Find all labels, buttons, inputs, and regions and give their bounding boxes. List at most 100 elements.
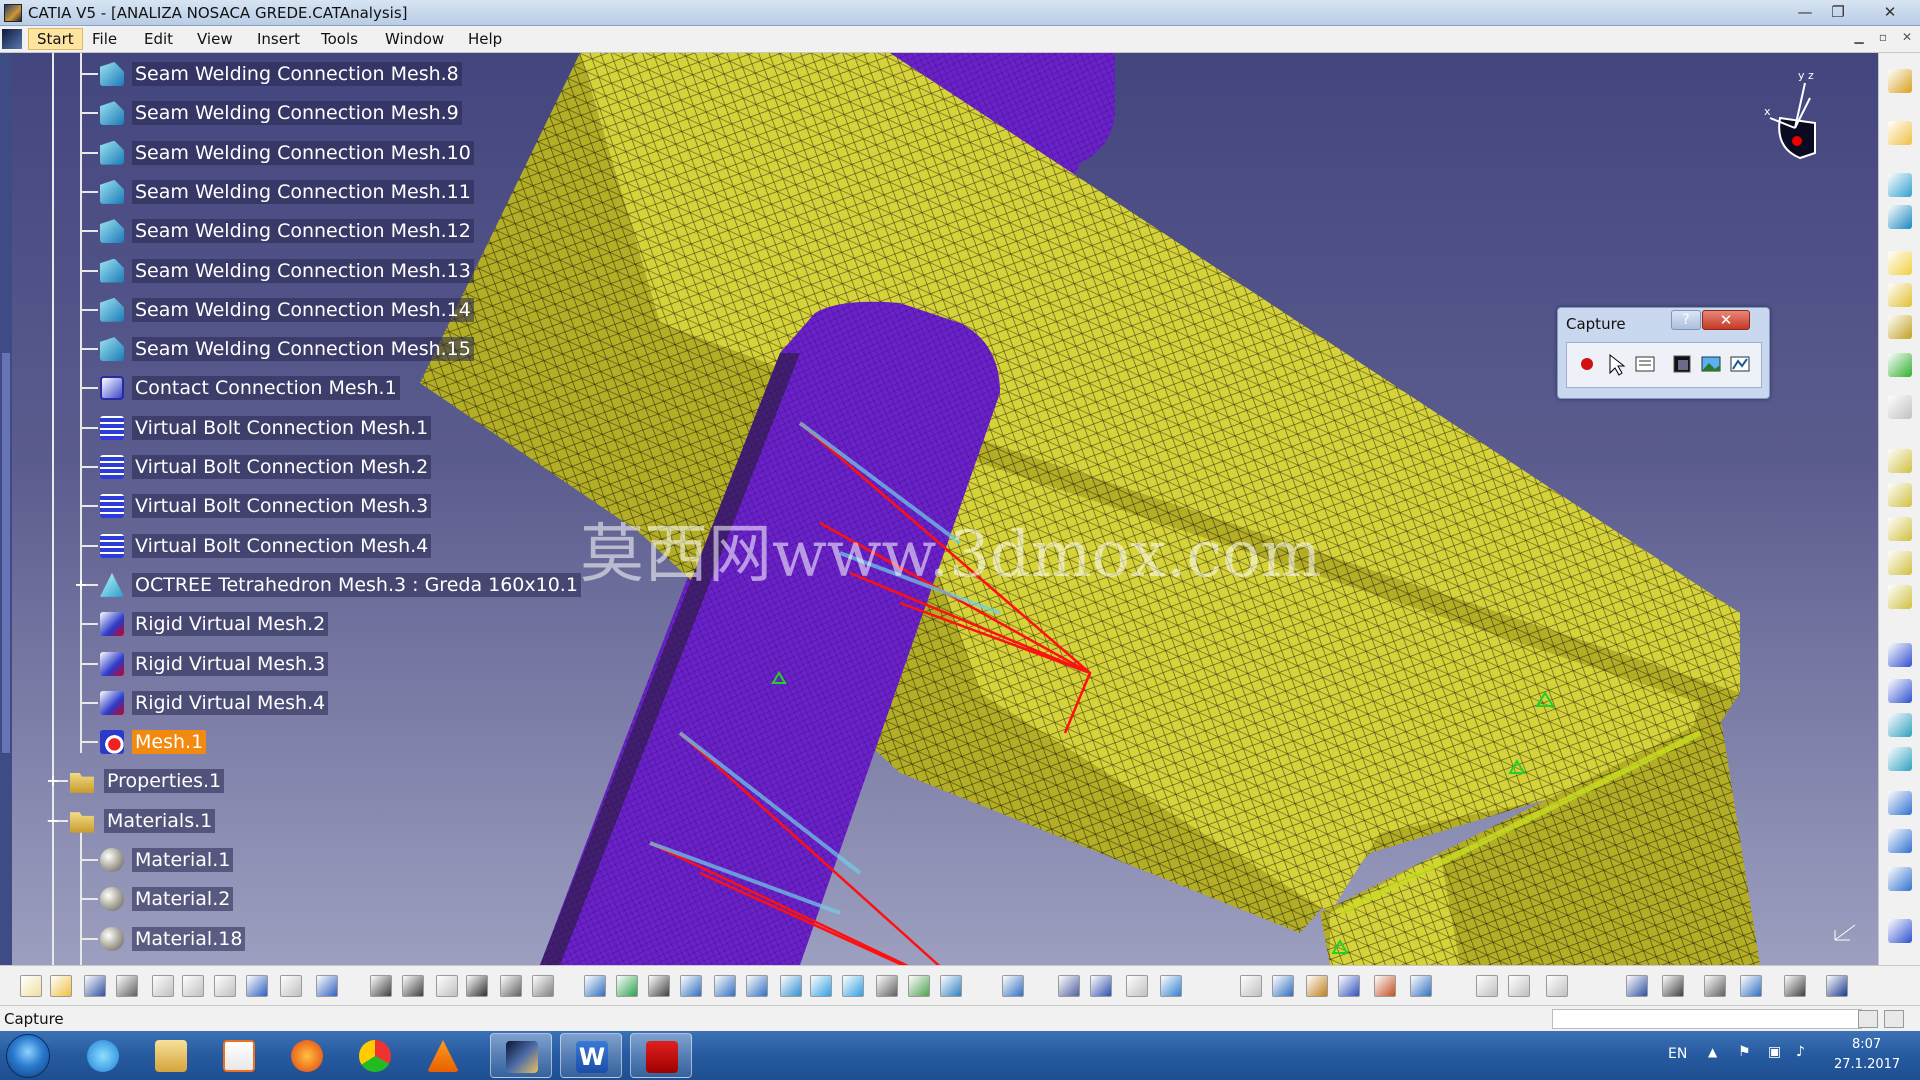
minimize-button[interactable]: — (1790, 2, 1820, 22)
image-icon[interactable] (1126, 975, 1148, 997)
select-icon[interactable] (1604, 351, 1628, 377)
check-icon[interactable] (1338, 975, 1360, 997)
mesh-part-icon[interactable] (1888, 173, 1912, 197)
select-arrow-icon[interactable] (1888, 121, 1912, 145)
tree-item[interactable]: Material.1 (0, 845, 560, 875)
tree-item[interactable]: Seam Welding Connection Mesh.8 (0, 59, 560, 89)
catia-logo-icon[interactable] (1826, 975, 1848, 997)
redo-icon[interactable] (280, 975, 302, 997)
word-icon[interactable]: W (560, 1033, 622, 1078)
zoom-out-icon[interactable] (746, 975, 768, 997)
iso-view-icon[interactable] (842, 975, 864, 997)
tree-item[interactable]: Seam Welding Connection Mesh.14 (0, 295, 560, 325)
capture-close-button[interactable]: ✕ (1702, 310, 1750, 330)
knowledge-icon[interactable] (436, 975, 458, 997)
render-icon[interactable] (940, 975, 962, 997)
mesh-visu-icon[interactable] (1058, 975, 1080, 997)
fly-icon[interactable] (584, 975, 606, 997)
windows-start-button[interactable] (6, 1034, 50, 1078)
tree-item[interactable]: Seam Welding Connection Mesh.13 (0, 256, 560, 286)
plate-icon[interactable] (1888, 449, 1912, 473)
hide-show-icon[interactable] (876, 975, 898, 997)
sensor-icon[interactable] (1306, 975, 1328, 997)
group-icon[interactable] (1476, 975, 1498, 997)
specification-tree[interactable]: Seam Welding Connection Mesh.8 Seam Weldi… (0, 53, 581, 965)
doc-restore-icon[interactable]: ▫ (1874, 30, 1892, 46)
axis-icon[interactable] (1888, 867, 1912, 891)
menu-start[interactable]: Start (28, 28, 83, 50)
plate-icon[interactable] (1888, 585, 1912, 609)
compass-icon[interactable]: x y z (1750, 63, 1830, 163)
restraint-icon[interactable] (1888, 791, 1912, 815)
clock-time[interactable]: 8:07 (1852, 1037, 1881, 1052)
workbench-icon[interactable] (1784, 975, 1806, 997)
tree-item[interactable]: Virtual Bolt Connection Mesh.3 (0, 491, 560, 521)
print-icon[interactable] (116, 975, 138, 997)
menu-file[interactable]: File (92, 30, 117, 48)
property-icon[interactable] (1888, 713, 1912, 737)
tree-item[interactable]: Material.18 (0, 924, 560, 954)
media-player-icon[interactable] (208, 1033, 270, 1078)
capture-mode-icon[interactable] (1670, 351, 1694, 377)
catia-app-icon[interactable] (4, 4, 22, 22)
rotate-icon[interactable] (680, 975, 702, 997)
zoom-in-icon[interactable] (714, 975, 736, 997)
vlc-icon[interactable] (412, 1033, 474, 1078)
tree-item[interactable]: Seam Welding Connection Mesh.10 (0, 138, 560, 168)
split-icon[interactable] (532, 975, 554, 997)
connection-icon[interactable] (1888, 643, 1912, 667)
plate-icon[interactable] (1888, 483, 1912, 507)
spreadsheet-icon[interactable] (1662, 975, 1684, 997)
network-icon[interactable]: ▣ (1768, 1044, 1781, 1060)
swap-icon[interactable] (908, 975, 930, 997)
tree-item[interactable]: Mesh.1 (0, 727, 560, 757)
clock-date[interactable]: 27.1.2017 (1834, 1057, 1900, 1072)
tree-item[interactable]: Seam Welding Connection Mesh.15 (0, 334, 560, 364)
menu-tools[interactable]: Tools (321, 30, 358, 48)
connection-icon[interactable] (1888, 679, 1912, 703)
export-icon[interactable] (1704, 975, 1726, 997)
file-explorer-icon[interactable] (140, 1033, 202, 1078)
cut-plane-icon[interactable] (1240, 975, 1262, 997)
image-icon[interactable] (1699, 351, 1723, 377)
new-icon[interactable] (20, 975, 42, 997)
flag-icon[interactable]: ⚑ (1738, 1044, 1751, 1060)
plane-icon[interactable] (1888, 283, 1912, 307)
tree-item[interactable]: Rigid Virtual Mesh.3 (0, 649, 560, 679)
whats-this-icon[interactable] (316, 975, 338, 997)
menu-edit[interactable]: Edit (144, 30, 173, 48)
tree-item[interactable]: Contact Connection Mesh.1 (0, 373, 560, 403)
language-indicator[interactable]: EN (1668, 1046, 1687, 1062)
tree-item[interactable]: Virtual Bolt Connection Mesh.4 (0, 531, 560, 561)
tree-item[interactable]: Seam Welding Connection Mesh.12 (0, 216, 560, 246)
property-icon[interactable] (1888, 747, 1912, 771)
fit-all-icon[interactable] (616, 975, 638, 997)
deformation-icon[interactable] (1090, 975, 1112, 997)
copy-icon[interactable] (182, 975, 204, 997)
chrome-icon[interactable] (344, 1033, 406, 1078)
cut-icon[interactable] (152, 975, 174, 997)
tree-item[interactable]: Virtual Bolt Connection Mesh.2 (0, 452, 560, 482)
doc-minimize-icon[interactable]: ▁ (1850, 30, 1868, 46)
record-icon[interactable] (1575, 351, 1599, 377)
close-button[interactable]: ✕ (1870, 2, 1910, 22)
save-icon[interactable] (84, 975, 106, 997)
surface-mesh-icon[interactable] (1888, 205, 1912, 229)
ruler-icon[interactable] (1508, 975, 1530, 997)
plate-icon[interactable] (1888, 517, 1912, 541)
tree-icon[interactable] (1002, 975, 1024, 997)
collapse-icon[interactable]: − (46, 812, 60, 828)
tree-item[interactable]: Seam Welding Connection Mesh.9 (0, 98, 560, 128)
options-icon[interactable] (1633, 351, 1657, 377)
cube-icon[interactable] (1888, 251, 1912, 275)
tree-item[interactable]: OCTREE Tetrahedron Mesh.3 : Greda 160x10… (0, 570, 581, 600)
compass-icon[interactable] (1740, 975, 1762, 997)
formula-icon[interactable] (370, 975, 392, 997)
album-icon[interactable] (1728, 351, 1752, 377)
tree-item[interactable]: Rigid Virtual Mesh.4 (0, 688, 560, 718)
volume-icon[interactable]: ♪ (1796, 1044, 1805, 1060)
paste-icon[interactable] (214, 975, 236, 997)
help-button[interactable]: ? (1671, 310, 1701, 330)
catalog-icon[interactable] (1626, 975, 1648, 997)
tree-item[interactable]: Virtual Bolt Connection Mesh.1 (0, 413, 560, 443)
